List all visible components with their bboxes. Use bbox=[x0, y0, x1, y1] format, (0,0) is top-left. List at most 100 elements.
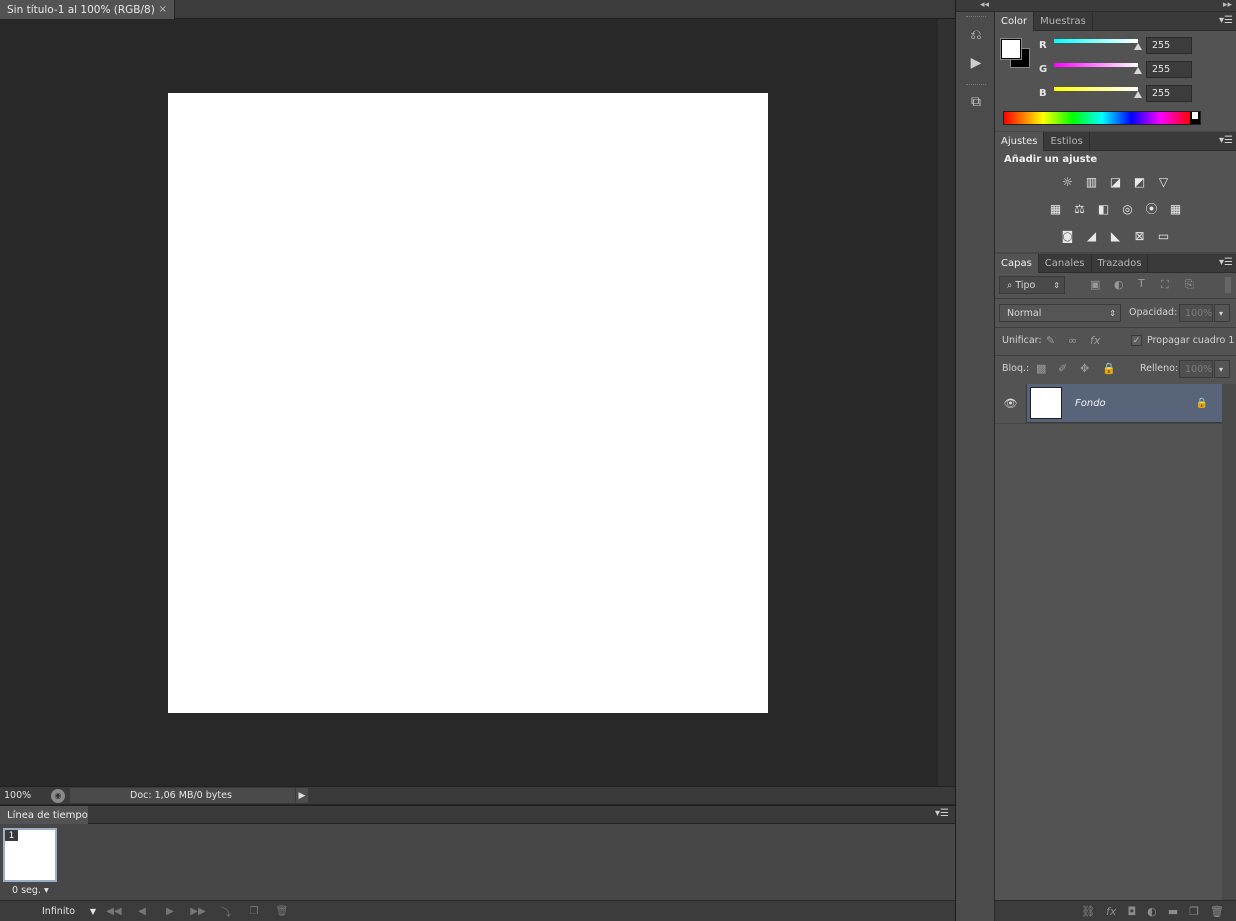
black-white-icon[interactable]: ◧ bbox=[1094, 199, 1113, 218]
photo-filter-icon[interactable]: ◎ bbox=[1118, 199, 1137, 218]
tab-paths[interactable]: Trazados bbox=[1092, 254, 1149, 273]
expand-icon[interactable]: ▸▸ bbox=[1223, 0, 1232, 10]
trash-icon[interactable]: 🗑 bbox=[268, 906, 296, 917]
channel-mixer-icon[interactable]: ⦿ bbox=[1142, 199, 1161, 218]
invert-icon[interactable]: ◙ bbox=[1058, 226, 1077, 245]
new-layer-icon[interactable]: ❐ bbox=[1189, 905, 1199, 918]
filter-pixel-icon[interactable]: ▣ bbox=[1090, 278, 1100, 291]
folder-icon[interactable]: ▬ bbox=[1168, 905, 1178, 918]
play-icon[interactable]: ▶ bbox=[156, 906, 184, 917]
collapse-icon[interactable]: ◂◂ bbox=[980, 0, 989, 10]
propagate-checkbox[interactable]: ✓ bbox=[1131, 335, 1142, 346]
levels-icon[interactable]: ▥ bbox=[1082, 172, 1101, 191]
gradient-map-icon[interactable]: ▭ bbox=[1154, 226, 1173, 245]
brightness-icon[interactable]: ☼ bbox=[1058, 172, 1077, 191]
opacity-dropdown[interactable]: ▾ bbox=[1214, 304, 1230, 322]
adjustment-layer-icon[interactable]: ◐ bbox=[1147, 905, 1157, 918]
strip-grip[interactable] bbox=[966, 84, 986, 86]
blend-mode-select[interactable]: Normal ⇕ bbox=[999, 304, 1121, 322]
filter-toggle[interactable] bbox=[1225, 277, 1231, 293]
slider-thumb[interactable] bbox=[1134, 67, 1142, 74]
posterize-icon[interactable]: ◢ bbox=[1082, 226, 1101, 245]
status-menu-arrow-icon[interactable]: ▶ bbox=[296, 788, 308, 803]
tween-icon[interactable]: ⤵ bbox=[212, 904, 240, 919]
exposure-icon[interactable]: ◩ bbox=[1130, 172, 1149, 191]
frame-delay[interactable]: 0 seg. ▾ bbox=[12, 885, 49, 896]
eye-icon[interactable]: 👁 bbox=[995, 383, 1027, 423]
threshold-icon[interactable]: ◣ bbox=[1106, 226, 1125, 245]
fill-input[interactable]: 100% bbox=[1179, 360, 1213, 378]
red-slider[interactable] bbox=[1054, 39, 1138, 43]
layer-thumbnail[interactable] bbox=[1030, 387, 1062, 419]
filter-type-icon[interactable]: T bbox=[1138, 277, 1145, 290]
filter-smart-object-icon[interactable]: ⎘ bbox=[1185, 278, 1194, 292]
tab-swatches[interactable]: Muestras bbox=[1034, 12, 1093, 31]
lock-position-icon[interactable]: ✥ bbox=[1080, 362, 1089, 375]
color-balance-icon[interactable]: ⚖ bbox=[1070, 199, 1089, 218]
foreground-color-swatch[interactable] bbox=[1001, 39, 1021, 59]
link-icon[interactable]: ⛓ bbox=[1081, 905, 1095, 918]
duplicate-frame-icon[interactable]: ❐ bbox=[240, 906, 268, 917]
lock-transparency-icon[interactable]: ▩ bbox=[1036, 362, 1046, 375]
color-panel: R 255 G 255 B 255 bbox=[995, 31, 1236, 131]
document-tab[interactable]: Sin título-1 al 100% (RGB/8) × bbox=[0, 0, 175, 19]
lock-all-icon[interactable]: 🔒 bbox=[1102, 362, 1116, 375]
opacity-input[interactable]: 100% bbox=[1179, 304, 1213, 322]
3d-cube-icon[interactable]: ⧉ bbox=[964, 92, 988, 112]
first-frame-icon[interactable]: ◀◀ bbox=[100, 906, 128, 917]
vertical-scrollbar[interactable] bbox=[938, 19, 955, 786]
color-spectrum[interactable] bbox=[1003, 111, 1201, 125]
blue-value-input[interactable]: 255 bbox=[1146, 85, 1192, 102]
filter-adjustment-icon[interactable]: ◐ bbox=[1114, 278, 1124, 291]
panel-menu-icon[interactable]: ▾☰ bbox=[1219, 257, 1233, 268]
fx-icon[interactable]: fx bbox=[1106, 905, 1116, 918]
lock-icon[interactable]: 🔒 bbox=[1196, 398, 1208, 409]
status-info-icon[interactable]: ◉ bbox=[51, 788, 65, 803]
loop-options-select[interactable]: Infinito ▼ bbox=[0, 906, 100, 917]
tab-layers[interactable]: Capas bbox=[995, 254, 1039, 273]
fill-dropdown[interactable]: ▾ bbox=[1214, 360, 1230, 378]
layer-row[interactable]: 👁 Fondo 🔒 bbox=[995, 383, 1222, 423]
play-actions-icon[interactable]: ▶ bbox=[964, 53, 988, 73]
white-swatch[interactable] bbox=[1192, 112, 1198, 119]
layer-filter-select[interactable]: ⌕ Tipo ⇕ bbox=[999, 276, 1065, 294]
filter-shape-icon[interactable]: ⛶ bbox=[1161, 278, 1169, 292]
history-icon[interactable]: ⎌ bbox=[964, 25, 988, 45]
previous-frame-icon[interactable]: ◀ bbox=[128, 906, 156, 917]
tab-color[interactable]: Color bbox=[995, 12, 1035, 31]
hue-saturation-icon[interactable]: ▦ bbox=[1046, 199, 1065, 218]
layer-name[interactable]: Fondo bbox=[1075, 398, 1106, 409]
panel-menu-icon[interactable]: ▾☰ bbox=[1219, 135, 1233, 146]
vibrance-icon[interactable]: ▽ bbox=[1154, 172, 1173, 191]
green-value-input[interactable]: 255 bbox=[1146, 61, 1192, 78]
next-frame-icon[interactable]: ▶▶ bbox=[184, 906, 212, 917]
mask-icon[interactable]: ◘ bbox=[1127, 905, 1136, 918]
curves-icon[interactable]: ◪ bbox=[1106, 172, 1125, 191]
unify-position-icon[interactable]: ✎ bbox=[1046, 334, 1055, 347]
close-icon[interactable]: × bbox=[159, 4, 167, 15]
tab-adjustments[interactable]: Ajustes bbox=[995, 132, 1045, 151]
tab-styles[interactable]: Estilos bbox=[1044, 132, 1090, 151]
unify-style-icon[interactable]: fx bbox=[1090, 334, 1100, 347]
color-lookup-icon[interactable]: ▦ bbox=[1166, 199, 1185, 218]
layers-scrollbar[interactable] bbox=[1222, 384, 1236, 900]
selective-color-icon[interactable]: ⊠ bbox=[1130, 226, 1149, 245]
tab-timeline[interactable]: Línea de tiempo bbox=[0, 806, 88, 825]
image-canvas[interactable] bbox=[168, 93, 768, 713]
blue-slider[interactable] bbox=[1054, 87, 1138, 91]
panel-menu-icon[interactable]: ▾☰ bbox=[935, 808, 949, 819]
unify-visibility-icon[interactable]: ∞ bbox=[1068, 334, 1077, 347]
blend-mode-value: Normal bbox=[1007, 307, 1042, 319]
trash-icon[interactable]: 🗑 bbox=[1210, 905, 1224, 918]
red-value-input[interactable]: 255 bbox=[1146, 37, 1192, 54]
slider-thumb[interactable] bbox=[1134, 91, 1142, 98]
tab-channels[interactable]: Canales bbox=[1039, 254, 1092, 273]
zoom-level[interactable]: 100% bbox=[0, 790, 47, 801]
lock-brush-icon[interactable]: ✐ bbox=[1058, 362, 1067, 375]
slider-thumb[interactable] bbox=[1134, 43, 1142, 50]
animation-frame[interactable]: 1 bbox=[3, 828, 57, 882]
panel-menu-icon[interactable]: ▾☰ bbox=[1219, 15, 1233, 26]
green-slider[interactable] bbox=[1054, 63, 1138, 67]
horizontal-scrollbar[interactable] bbox=[308, 788, 955, 803]
strip-grip[interactable] bbox=[966, 16, 986, 18]
